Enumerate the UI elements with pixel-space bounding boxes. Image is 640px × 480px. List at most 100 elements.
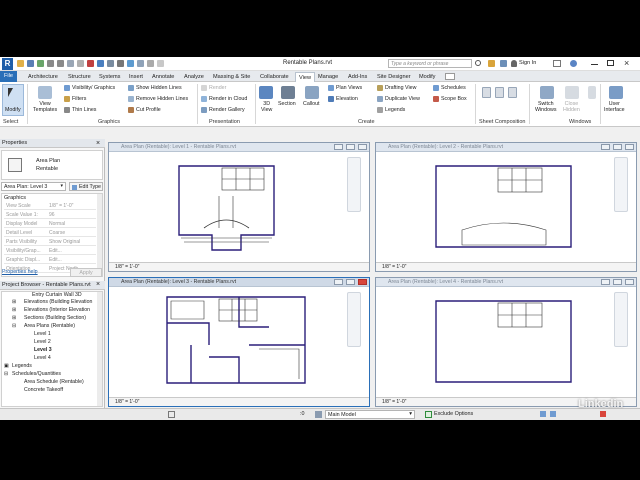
exchange-icon[interactable]	[553, 60, 561, 67]
project-browser-close-icon[interactable]: ×	[96, 281, 100, 288]
tree-item[interactable]: Sections (Building Section)	[24, 315, 86, 322]
property-row[interactable]: Display Model Normal	[4, 220, 96, 228]
select-panel-title[interactable]: Select	[3, 119, 18, 125]
collapse-icon[interactable]: ⊟	[4, 371, 8, 378]
3d-view-icon[interactable]	[259, 86, 273, 99]
maximize-icon[interactable]	[607, 60, 614, 66]
property-value[interactable]: 1/8" = 1'-0"	[49, 202, 73, 210]
view-window-level-2[interactable]: Area Plan (Rentable): Level 2 - Rentable…	[375, 142, 637, 272]
view-maximize-icon[interactable]	[346, 144, 355, 150]
redo-icon[interactable]	[57, 60, 64, 67]
view-scale[interactable]: 1/8" = 1'-0"	[115, 264, 139, 270]
tab-structure[interactable]: Structure	[68, 72, 91, 82]
tree-item-level-1[interactable]: Level 1	[34, 331, 51, 338]
property-value[interactable]: Normal	[49, 220, 65, 228]
measure-icon[interactable]	[77, 60, 84, 67]
callout-icon[interactable]	[305, 86, 319, 99]
tab-site-designer[interactable]: Site Designer	[377, 72, 411, 82]
filters-button[interactable]: Filters	[64, 96, 86, 102]
view-templates-label[interactable]: View Templates	[33, 101, 57, 113]
navigation-bar[interactable]	[614, 292, 628, 347]
apply-button[interactable]: Apply	[70, 268, 102, 277]
view-close-icon[interactable]	[625, 279, 634, 285]
tab-analyze[interactable]: Analyze	[184, 72, 204, 82]
property-row[interactable]: Parts Visibility Show Original	[4, 238, 96, 246]
drafting-view-button[interactable]: Drafting View	[377, 85, 416, 91]
scope-box-button[interactable]: Scope Box	[433, 96, 467, 102]
3d-view-icon[interactable]	[97, 60, 104, 67]
tab-collaborate[interactable]: Collaborate	[260, 72, 289, 82]
exclude-options-checkbox[interactable]	[425, 411, 432, 418]
print-icon[interactable]	[67, 60, 74, 67]
property-row[interactable]: Scale Value 1: 96	[4, 211, 96, 219]
user-icon[interactable]	[511, 60, 517, 67]
graphics-panel-title[interactable]: Graphics	[98, 119, 120, 125]
filter-icon[interactable]	[600, 411, 606, 417]
search-icon[interactable]	[475, 60, 481, 66]
switch-windows-label[interactable]: Switch Windows	[535, 101, 557, 113]
view-title[interactable]: Area Plan (Rentable): Level 3 - Rentable…	[109, 278, 369, 287]
view-maximize-icon[interactable]	[613, 279, 622, 285]
communication-icon[interactable]	[500, 60, 507, 67]
sign-in-link[interactable]: Sign In	[519, 60, 536, 66]
minimize-icon[interactable]	[591, 64, 598, 65]
navigation-bar[interactable]	[614, 157, 628, 212]
create-panel-title[interactable]: Create	[358, 119, 375, 125]
properties-scrollbar[interactable]	[97, 194, 102, 276]
revit-logo-icon[interactable]: R	[2, 58, 13, 70]
switch-windows-icon[interactable]	[147, 60, 154, 67]
tab-insert[interactable]: Insert	[129, 72, 143, 82]
collapse-icon[interactable]: ⊟	[12, 323, 16, 330]
property-row[interactable]: View Scale 1/8" = 1'-0"	[4, 202, 96, 210]
render-gallery-button[interactable]: Render Gallery	[201, 107, 245, 113]
sheet-composition-panel-title[interactable]: Sheet Composition	[479, 119, 525, 125]
design-option-icon[interactable]	[315, 411, 322, 418]
navigation-bar[interactable]	[347, 292, 361, 347]
tab-view[interactable]: View	[295, 72, 316, 82]
select-links-icon[interactable]	[540, 411, 546, 417]
view-close-icon[interactable]	[358, 144, 367, 150]
tree-item-level-2[interactable]: Level 2	[34, 339, 51, 346]
view-minimize-icon[interactable]	[334, 279, 343, 285]
3d-view-label[interactable]: 3D View	[261, 101, 272, 113]
view-close-icon[interactable]	[625, 144, 634, 150]
view-title[interactable]: Area Plan (Rentable): Level 1 - Rentable…	[109, 143, 369, 152]
worksets-icon[interactable]	[168, 411, 175, 418]
property-value[interactable]: Edit...	[49, 247, 62, 255]
section-icon[interactable]	[281, 86, 295, 99]
tree-item-level-4[interactable]: Level 4	[34, 355, 51, 362]
text-icon[interactable]	[117, 60, 124, 67]
presentation-panel-title[interactable]: Presentation	[209, 119, 240, 125]
project-browser-scrollbar[interactable]	[97, 292, 102, 406]
render-in-cloud-button[interactable]: Render in Cloud	[201, 96, 247, 102]
view-window-level-4[interactable]: Area Plan (Rentable): Level 4 - Rentable…	[375, 277, 637, 407]
expand-icon[interactable]: ⊞	[12, 299, 16, 306]
user-interface-icon[interactable]	[609, 86, 623, 99]
property-value[interactable]: Coarse	[49, 229, 65, 237]
legends-button[interactable]: Legends	[377, 107, 405, 113]
render-button[interactable]: Render	[201, 85, 226, 91]
tab-file[interactable]: File	[0, 71, 18, 82]
select-underlay-icon[interactable]	[550, 411, 556, 417]
type-selector[interactable]: Area Plan Rentable	[1, 150, 103, 180]
view-minimize-icon[interactable]	[601, 144, 610, 150]
property-value[interactable]: 96	[49, 211, 55, 219]
tab-architecture[interactable]: Architecture	[28, 72, 58, 82]
section-label[interactable]: Section	[278, 101, 296, 107]
place-view-icon[interactable]	[508, 87, 517, 98]
switch-windows-icon[interactable]	[540, 86, 554, 99]
cut-profile-button[interactable]: Cut Profile	[128, 107, 161, 113]
help-icon[interactable]	[570, 60, 577, 67]
plan-views-button[interactable]: Plan Views	[328, 85, 362, 91]
section-icon[interactable]	[107, 60, 114, 67]
user-interface-label[interactable]: User Interface	[604, 101, 625, 113]
tree-item[interactable]: Elevations (Building Elevation	[24, 299, 92, 306]
subscription-icon[interactable]	[488, 60, 495, 67]
tab-add-ins[interactable]: Add-Ins	[348, 72, 367, 82]
schedules-button[interactable]: Schedules	[433, 85, 466, 91]
close-views-icon[interactable]	[137, 60, 144, 67]
view-scale[interactable]: 1/8" = 1'-0"	[382, 264, 406, 270]
view-title[interactable]: Area Plan (Rentable): Level 4 - Rentable…	[376, 278, 636, 287]
navigation-bar[interactable]	[347, 157, 361, 212]
view-title[interactable]: Area Plan (Rentable): Level 2 - Rentable…	[376, 143, 636, 152]
